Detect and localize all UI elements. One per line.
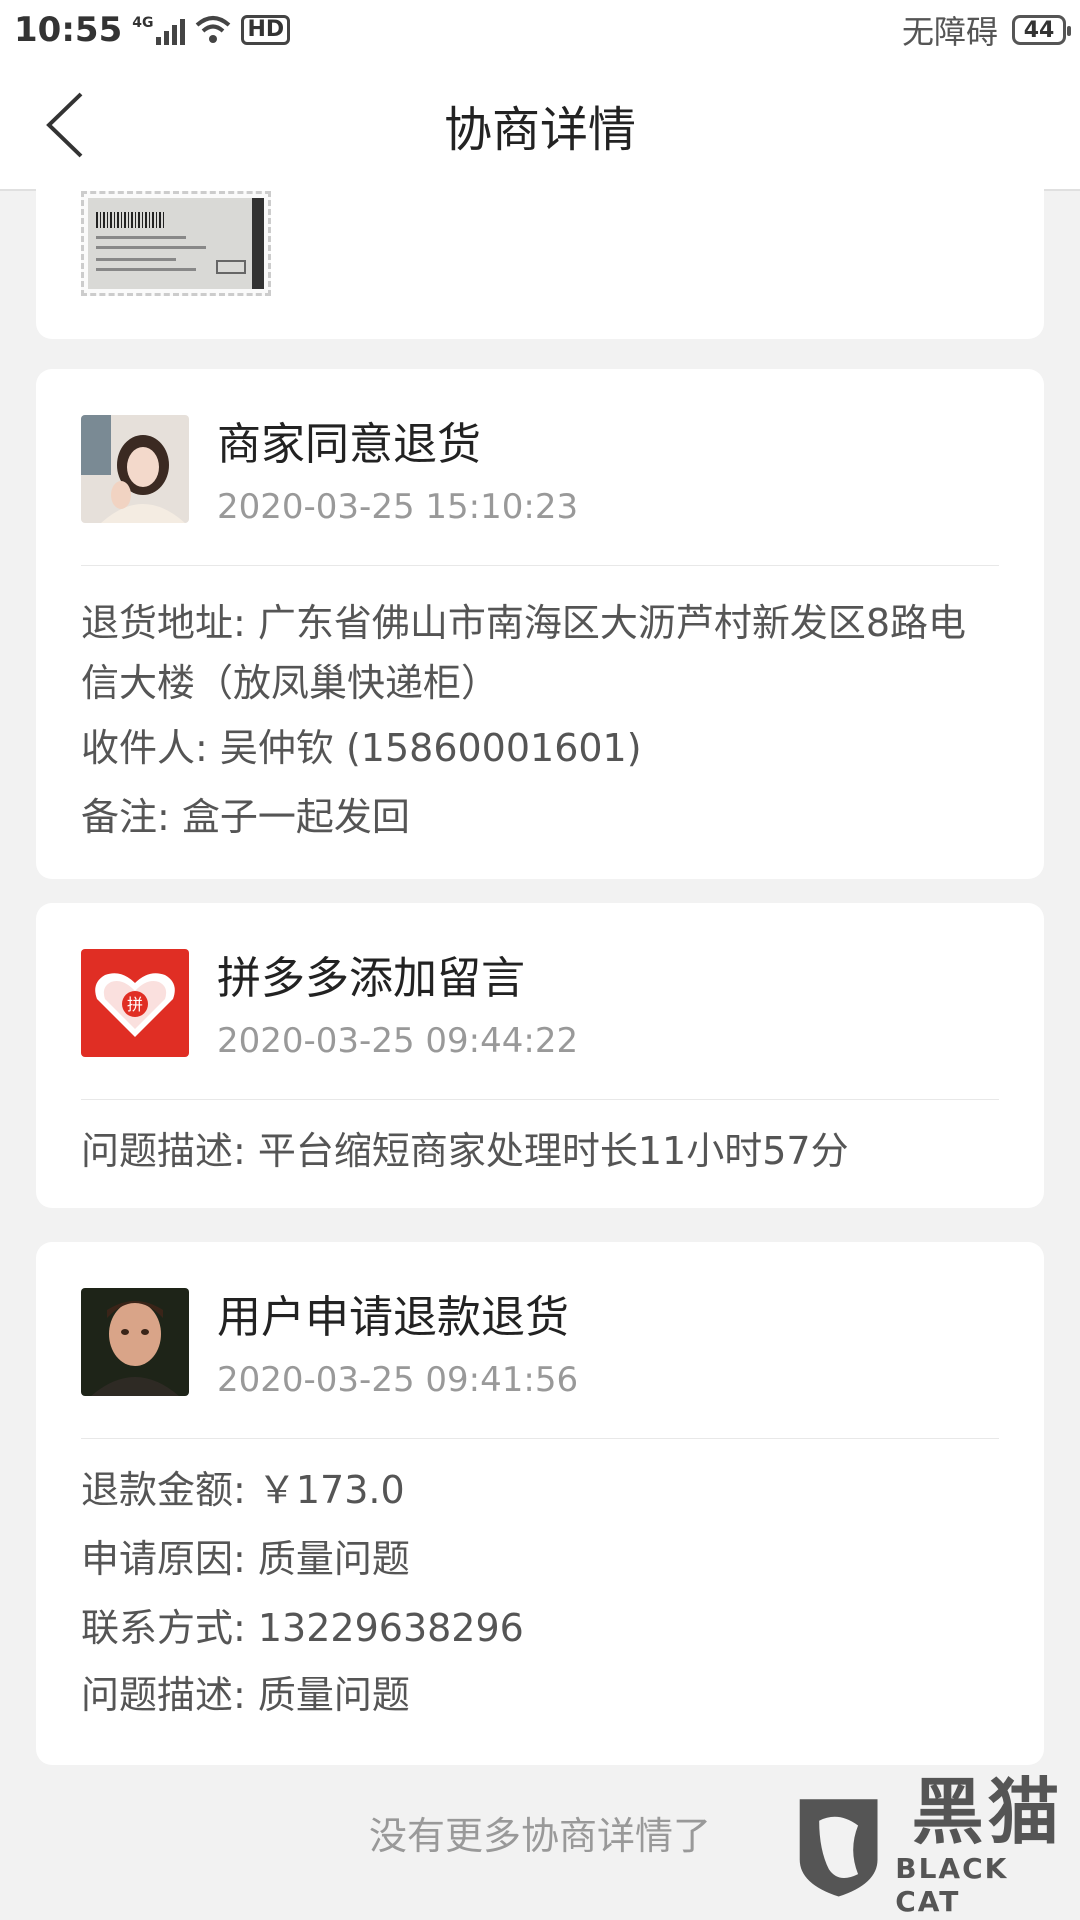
receipt-photo (88, 198, 264, 289)
return-address: 退货地址: 广东省佛山市南海区大沥芦村新发区8路电信大楼（放凤巢快递柜） (81, 601, 967, 705)
divider (81, 565, 999, 566)
chevron-left-icon (46, 92, 83, 158)
wifi-icon (196, 16, 231, 43)
status-time: 10:55 (14, 10, 123, 50)
entry-title: 用户申请退款退货 (217, 1292, 569, 1343)
watermark: 黑猫 BLACK CAT (790, 1770, 1080, 1920)
back-button[interactable] (30, 85, 100, 165)
entry-card-platform-message: 拼 拼多多添加留言 2020-03-25 09:44:22 问题描述: 平台缩短… (36, 903, 1044, 1208)
avatar (81, 415, 189, 523)
watermark-en: BLACK CAT (895, 1852, 1009, 1918)
avatar (81, 1288, 189, 1396)
entry-card-user-request: 用户申请退款退货 2020-03-25 09:41:56 退款金额: ￥173.… (36, 1242, 1044, 1765)
network-label: 4G (132, 15, 154, 31)
battery-level: 44 (1023, 17, 1055, 43)
entry-time: 2020-03-25 09:44:22 (217, 1021, 579, 1061)
svg-text:拼: 拼 (127, 995, 143, 1014)
battery-icon: 44 (1012, 15, 1071, 45)
remark: 备注: 盒子一起发回 (81, 795, 410, 839)
evidence-image[interactable] (81, 191, 271, 296)
accessibility-label: 无障碍 (901, 13, 998, 51)
black-cat-logo-icon (799, 1799, 878, 1897)
divider (81, 1438, 999, 1439)
entry-title: 拼多多添加留言 (217, 953, 525, 1004)
entry-time: 2020-03-25 15:10:23 (217, 487, 579, 527)
entry-title: 商家同意退货 (217, 419, 481, 470)
page-title: 协商详情 (443, 101, 636, 158)
issue-description: 问题描述: 平台缩短商家处理时长11小时57分 (81, 1129, 849, 1173)
recipient: 收件人: 吴仲钦 (15860001601) (81, 726, 642, 770)
contact-info: 联系方式: 13229638296 (81, 1606, 524, 1650)
pinduoduo-logo-icon: 拼 (81, 949, 189, 1057)
hd-icon: HD (241, 15, 291, 45)
divider (81, 1099, 999, 1100)
request-reason: 申请原因: 质量问题 (81, 1537, 410, 1581)
entry-card-merchant-agree: 商家同意退货 2020-03-25 15:10:23 退货地址: 广东省佛山市南… (36, 369, 1044, 879)
entry-time: 2020-03-25 09:41:56 (217, 1360, 579, 1400)
signal-icon: 4G (132, 15, 186, 45)
evidence-card (36, 171, 1044, 339)
watermark-cn: 黑猫 (911, 1770, 1064, 1854)
refund-amount: 退款金额: ￥173.0 (81, 1468, 405, 1512)
issue-description: 问题描述: 质量问题 (81, 1673, 410, 1717)
status-bar: 10:55 4G HD 无障碍 44 (0, 0, 1080, 60)
